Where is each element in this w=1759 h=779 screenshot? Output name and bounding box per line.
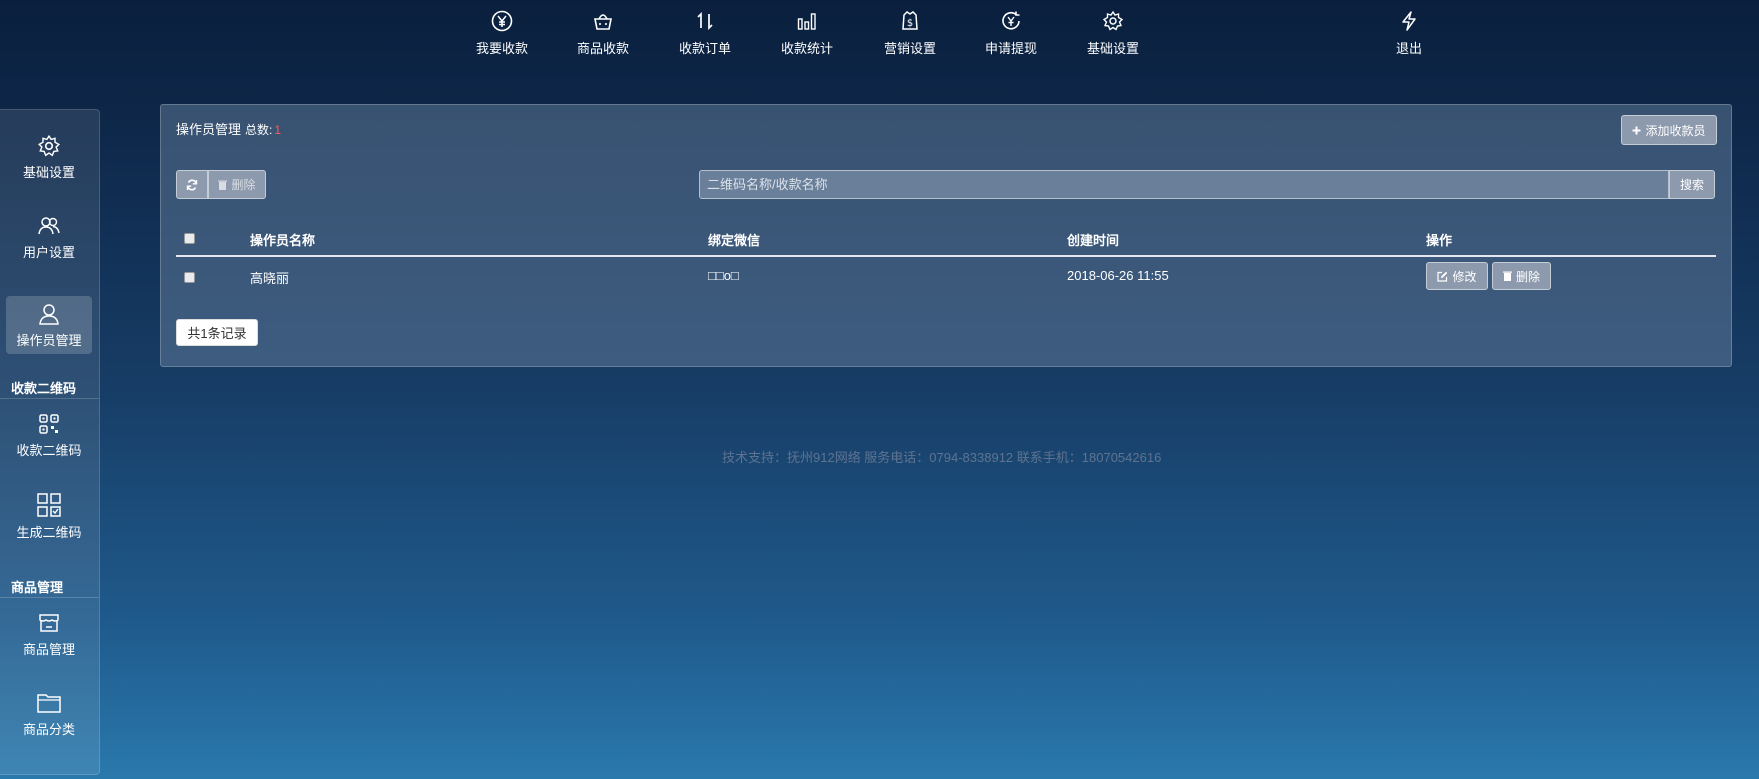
sidebar-item-product-category[interactable]: 商品分类 [6, 685, 92, 743]
plus-icon [1632, 126, 1641, 134]
panel-title: 操作员管理 总数: 1 [176, 119, 281, 138]
footer-support-text: 技术支持：抚州912网络 服务电话：0794-8338912 联系手机：1807… [722, 450, 1162, 465]
nav-label: 收款订单 [678, 41, 731, 56]
qrcode-icon [39, 414, 59, 434]
nav-basic-settings[interactable]: 基础设置 [1068, 10, 1158, 57]
search-button-label: 搜索 [1679, 178, 1704, 192]
sidebar-item-payment-qrcode[interactable]: 收款二维码 [6, 406, 92, 464]
delete-label: 删除 [1515, 269, 1540, 284]
search-button[interactable]: 搜索 [1669, 170, 1715, 199]
nav-label: 商品收款 [576, 41, 629, 56]
column-header: 操作员名称 [250, 233, 316, 248]
sidebar-group-products: 商品管理 [0, 571, 99, 598]
svg-text:$: $ [907, 18, 913, 29]
sidebar-group-title: 收款二维码 [11, 381, 77, 396]
nav-label: 退出 [1395, 41, 1422, 56]
batch-delete-button[interactable]: 删除 [208, 170, 266, 199]
bound-wechat: □□o□ [708, 268, 739, 283]
trash-icon [1502, 271, 1512, 281]
sidebar-item-label: 基础设置 [22, 165, 75, 180]
trash-icon [218, 180, 228, 190]
sidebar-item-label: 商品管理 [22, 642, 75, 657]
store-icon [39, 614, 59, 632]
gear-icon [1102, 10, 1124, 31]
sidebar-item-label: 操作员管理 [16, 333, 82, 348]
sidebar-group-qrcode: 收款二维码 [0, 372, 99, 399]
sidebar-item-product-management[interactable]: 商品管理 [6, 605, 92, 663]
edit-label: 修改 [1452, 269, 1477, 284]
add-cashier-button[interactable]: 添加收款员 [1621, 115, 1717, 145]
nav-label: 我要收款 [475, 41, 528, 56]
search-input[interactable] [699, 170, 1669, 199]
total-label: 总数: [245, 123, 273, 137]
sidebar-item-label: 生成二维码 [16, 525, 82, 540]
column-header: 创建时间 [1067, 233, 1120, 248]
sidebar-item-label: 用户设置 [22, 245, 75, 260]
select-all-checkbox[interactable] [184, 233, 195, 244]
add-cashier-label: 添加收款员 [1645, 123, 1706, 138]
nav-payment-orders[interactable]: 收款订单 [660, 10, 750, 57]
gear-icon [38, 134, 60, 157]
sidebar-item-operator-management[interactable]: 操作员管理 [6, 296, 92, 354]
column-header: 绑定微信 [708, 233, 761, 248]
batch-delete-label: 删除 [231, 178, 256, 192]
nav-label: 收款统计 [780, 41, 833, 56]
refresh-icon [186, 179, 198, 190]
nav-label: 营销设置 [883, 41, 936, 56]
sidebar-item-label: 商品分类 [22, 722, 75, 737]
record-total: 共1条记录 [176, 319, 258, 346]
nav-receive-payment[interactable]: 我要收款 [457, 10, 547, 57]
edit-button[interactable]: 修改 [1426, 262, 1488, 290]
created-time: 2018-06-26 11:55 [1067, 268, 1169, 283]
sidebar-item-user-settings[interactable]: 用户设置 [6, 208, 92, 266]
nav-product-payment[interactable]: 商品收款 [558, 10, 648, 57]
bolt-icon [1402, 11, 1416, 31]
table-row: 高晓丽 □□o□ 2018-06-26 11:55 修改 删除 [176, 257, 1716, 297]
sidebar-item-generate-qrcode[interactable]: 生成二维码 [6, 486, 92, 544]
table-header: 操作员名称 绑定微信 创建时间 操作 [176, 221, 1716, 257]
top-navigation: 我要收款 商品收款 收款订单 收款统计 $ 营销设置 申请提现 基础设置 退出 [0, 0, 1759, 70]
operator-name: 高晓丽 [250, 271, 290, 286]
yen-refresh-icon [1002, 11, 1020, 30]
edit-icon [1437, 271, 1448, 282]
sidebar-item-basic-settings[interactable]: 基础设置 [6, 128, 92, 186]
nav-payment-stats[interactable]: 收款统计 [762, 10, 852, 57]
bar-chart-icon [797, 13, 816, 30]
delete-button[interactable]: 删除 [1492, 262, 1551, 290]
folder-icon [37, 694, 61, 713]
sidebar: 基础设置 用户设置 操作员管理 收款二维码 收款二维码 生成二维码 商品管理 商… [0, 109, 100, 775]
row-checkbox[interactable] [184, 272, 195, 283]
dollar-bag-icon: $ [902, 11, 918, 30]
users-icon [38, 217, 60, 235]
operator-management-panel: 操作员管理总数:1 添加收款员 删除 搜索 操作员名称 绑定微信 创建时间 操作… [160, 104, 1732, 367]
basket-icon [594, 14, 612, 30]
refresh-button[interactable] [176, 170, 208, 199]
column-header: 操作 [1426, 233, 1453, 248]
sidebar-item-label: 收款二维码 [16, 443, 82, 458]
nav-logout[interactable]: 退出 [1364, 10, 1454, 57]
qrcode-generate-icon [37, 493, 61, 517]
sort-arrows-icon [697, 11, 713, 31]
yen-circle-icon [491, 10, 513, 32]
nav-apply-withdrawal[interactable]: 申请提现 [966, 10, 1056, 57]
nav-label: 基础设置 [1086, 41, 1139, 56]
total-count: 1 [274, 123, 282, 137]
sidebar-group-title: 商品管理 [11, 580, 64, 595]
page-title: 操作员管理 [176, 122, 242, 137]
nav-label: 申请提现 [984, 41, 1037, 56]
user-icon [39, 304, 59, 325]
nav-marketing-settings[interactable]: $ 营销设置 [865, 10, 955, 57]
